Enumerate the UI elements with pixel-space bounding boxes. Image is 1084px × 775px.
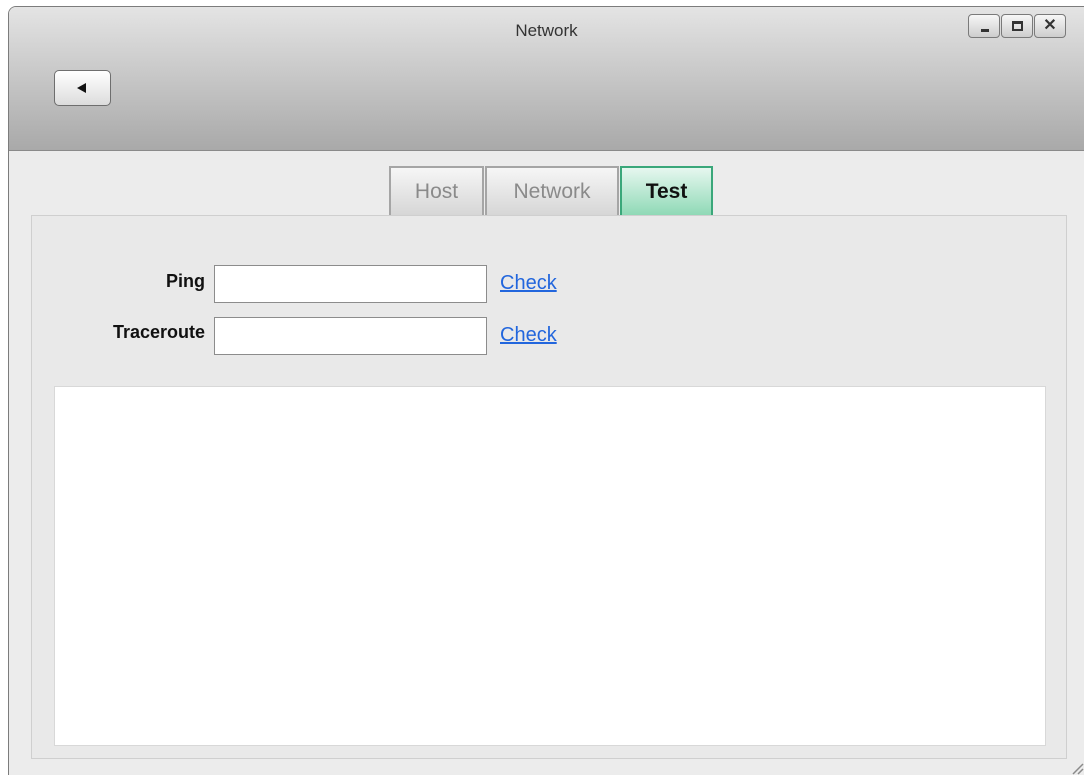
tab-network[interactable]: Network <box>485 166 619 217</box>
minimize-button[interactable] <box>968 14 1000 38</box>
ping-label: Ping <box>166 271 205 291</box>
maximize-button[interactable] <box>1001 14 1033 38</box>
traceroute-input[interactable] <box>214 317 487 355</box>
minimize-icon <box>981 29 989 32</box>
network-window: Network ✕ Host Network Test Ping Check T… <box>8 6 1084 775</box>
back-arrow-icon <box>77 83 86 93</box>
test-panel: Ping Check Traceroute Check <box>31 215 1067 759</box>
ping-check-link[interactable]: Check <box>500 272 557 295</box>
window-title: Network <box>515 21 578 40</box>
back-button[interactable] <box>54 70 111 106</box>
traceroute-label: Traceroute <box>112 322 205 342</box>
ping-input[interactable] <box>214 265 487 303</box>
tab-host[interactable]: Host <box>389 166 484 217</box>
test-output-area[interactable] <box>54 386 1046 746</box>
traceroute-check-link[interactable]: Check <box>500 324 557 347</box>
maximize-icon <box>1012 21 1023 31</box>
title-bar[interactable]: Network ✕ <box>9 7 1084 151</box>
resize-grip-icon[interactable] <box>1070 761 1084 775</box>
tab-test[interactable]: Test <box>620 166 713 217</box>
tab-bar: Host Network Test <box>389 166 714 217</box>
close-button[interactable]: ✕ <box>1034 14 1066 38</box>
close-icon: ✕ <box>1043 17 1057 34</box>
window-controls: ✕ <box>967 14 1066 38</box>
